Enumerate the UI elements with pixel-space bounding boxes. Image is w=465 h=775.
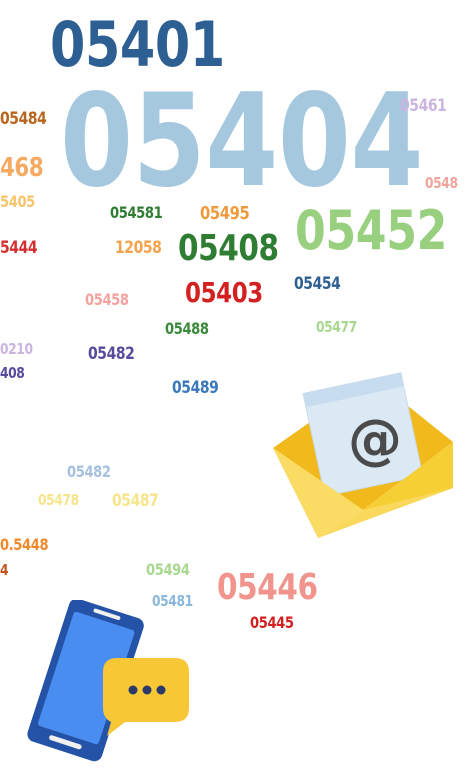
zip-code: 05404 [60, 67, 424, 216]
zip-code: 05488 [165, 319, 209, 338]
zip-code: 05482 [67, 462, 111, 481]
zip-code: 0548 [425, 174, 458, 192]
zip-code: 05482 [88, 344, 135, 364]
zip-code: 468 [0, 153, 44, 183]
zip-code: 05461 [400, 96, 447, 116]
zip-code: 05446 [217, 567, 318, 608]
zip-code: 5405 [0, 192, 35, 211]
zip-code: 05477 [316, 318, 357, 336]
zip-code: 05403 [185, 276, 263, 309]
zip-code: 054581 [110, 203, 163, 222]
zip-code: 05495 [200, 203, 250, 224]
phone-chat-icon [27, 598, 189, 762]
zip-code: 05408 [178, 228, 279, 269]
at-sign-icon: @ [348, 408, 402, 471]
zip-code: 05458 [85, 290, 129, 309]
zip-code: 05489 [172, 378, 219, 398]
envelope-email-icon: @ [268, 360, 458, 545]
zip-code: 05478 [38, 491, 79, 509]
zip-code: 05452 [295, 199, 448, 262]
zip-code: 5444 [0, 238, 38, 258]
zip-code: 4 [0, 561, 9, 579]
zip-code: 0.5448 [0, 535, 49, 554]
zip-code: 05454 [294, 274, 341, 294]
zip-code: 0210 [0, 340, 33, 358]
envelope-email-icon: @ [273, 372, 453, 538]
zip-code: 05487 [112, 491, 159, 511]
zip-code: 05484 [0, 109, 47, 129]
phone-chat-icon [15, 598, 200, 770]
zip-code: 05445 [250, 613, 294, 632]
zip-code: 408 [0, 364, 25, 382]
zip-code: 05494 [146, 560, 190, 579]
zip-code: 12058 [115, 238, 162, 258]
